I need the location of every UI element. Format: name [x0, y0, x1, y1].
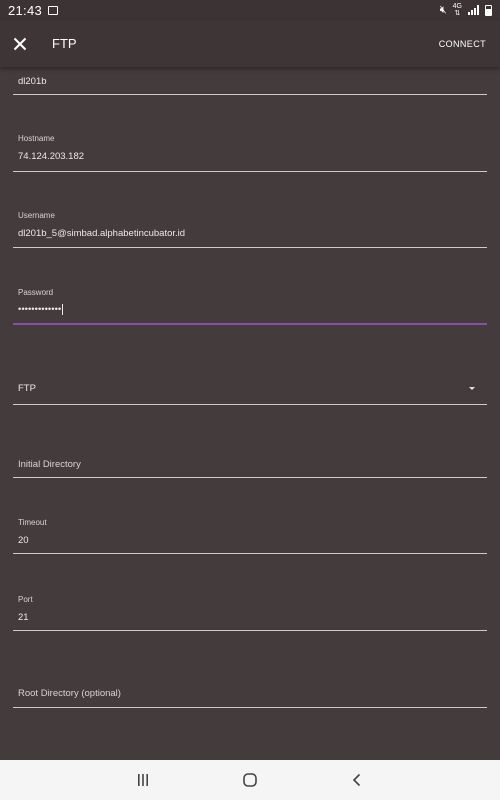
port-field[interactable]: Port 21	[13, 592, 487, 634]
username-label: Username	[18, 211, 55, 220]
status-icons: 🔇︎ 4G ⇅	[440, 3, 492, 17]
timeout-field[interactable]: Timeout 20	[13, 515, 487, 557]
port-label: Port	[18, 595, 33, 604]
name-field[interactable]: dl201b	[13, 67, 487, 95]
image-icon	[48, 5, 59, 15]
protocol-underline	[13, 404, 487, 405]
dropdown-arrow-icon	[469, 387, 475, 390]
port-underline	[13, 630, 487, 631]
home-icon[interactable]	[230, 760, 270, 800]
initial-directory-underline	[13, 477, 487, 478]
name-value: dl201b	[18, 76, 47, 87]
port-value: 21	[18, 612, 29, 623]
hostname-label: Hostname	[18, 134, 55, 143]
status-time: 21:43	[8, 2, 43, 18]
password-label: Password	[18, 288, 54, 297]
timeout-value: 20	[18, 535, 29, 546]
text-cursor	[62, 304, 64, 315]
data-arrows-icon: 4G ⇅	[452, 3, 462, 17]
status-bar: 21:43 🔇︎ 4G ⇅	[0, 0, 500, 20]
protocol-select[interactable]: FTP	[13, 373, 487, 405]
system-navigation-bar	[0, 760, 500, 800]
username-underline	[13, 247, 487, 248]
hostname-field[interactable]: Hostname 74.124.203.182	[13, 131, 487, 173]
page-title: FTP	[52, 36, 77, 51]
password-field[interactable]: Password •••••••••••••	[13, 285, 487, 327]
close-icon[interactable]	[0, 20, 44, 67]
hostname-value: 74.124.203.182	[18, 151, 85, 162]
battery-icon	[485, 4, 492, 16]
connect-button[interactable]: CONNECT	[437, 33, 488, 55]
initial-directory-placeholder: Initial Directory	[18, 459, 81, 470]
root-directory-field[interactable]: Root Directory (optional)	[13, 681, 487, 709]
password-value-wrap: •••••••••••••	[18, 304, 64, 316]
root-directory-underline	[13, 707, 487, 708]
name-underline	[13, 94, 487, 95]
password-value: •••••••••••••	[18, 304, 62, 316]
initial-directory-field[interactable]: Initial Directory	[13, 451, 487, 479]
recent-apps-icon[interactable]	[123, 760, 163, 800]
hostname-underline	[13, 171, 487, 172]
signal-icon	[468, 5, 479, 15]
mute-icon: 🔇︎	[439, 3, 447, 16]
timeout-label: Timeout	[18, 518, 47, 527]
username-field[interactable]: Username dl201b_5@simbad.alphabetincubat…	[13, 208, 487, 250]
app-toolbar: FTP CONNECT	[0, 20, 500, 67]
password-underline-focused	[13, 323, 487, 325]
timeout-underline	[13, 553, 487, 554]
username-value: dl201b_5@simbad.alphabetincubator.id	[18, 228, 186, 239]
network-type: 4G	[452, 3, 462, 10]
root-directory-placeholder: Root Directory (optional)	[18, 688, 121, 699]
back-icon[interactable]	[337, 760, 377, 800]
protocol-value: FTP	[18, 383, 36, 394]
